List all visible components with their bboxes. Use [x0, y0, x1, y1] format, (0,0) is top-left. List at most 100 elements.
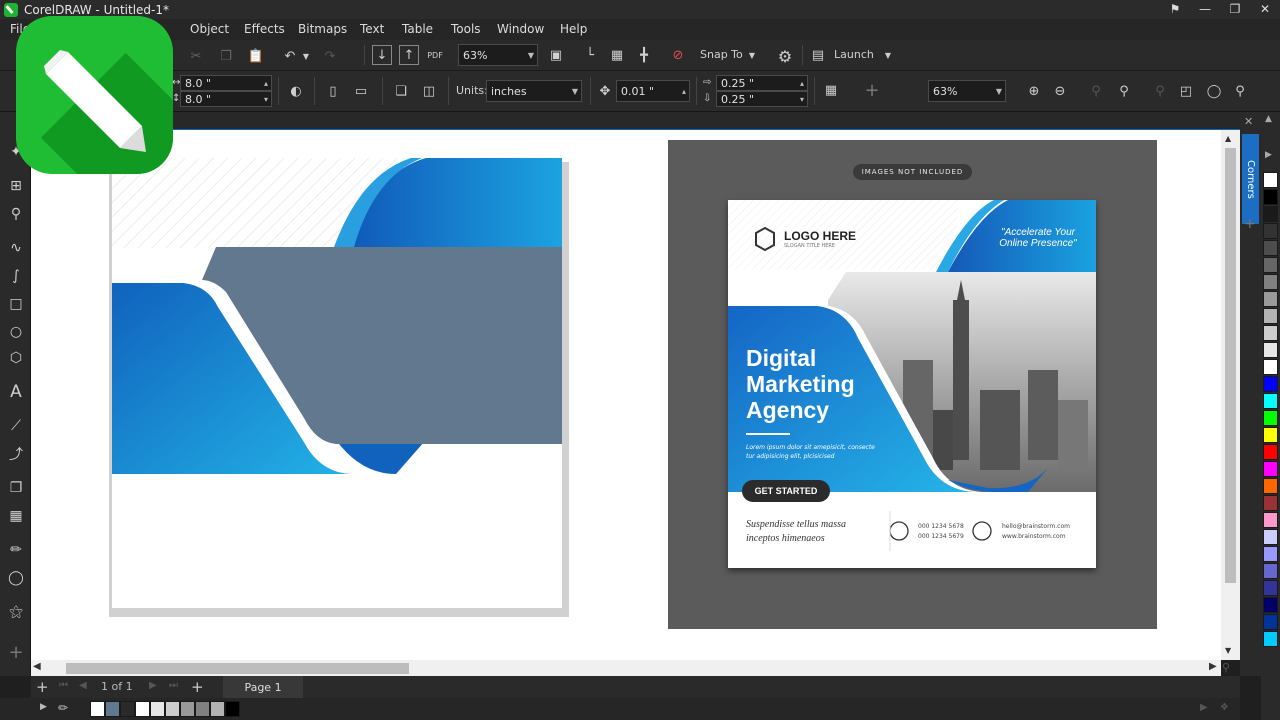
menu-help[interactable]: Help: [560, 22, 587, 36]
close-button[interactable]: ✕: [1250, 0, 1280, 19]
document-swatch[interactable]: [135, 701, 150, 717]
add-icon[interactable]: +: [862, 79, 882, 101]
palette-scroll-up-icon[interactable]: ▲: [1265, 114, 1272, 124]
duplicate-y-field[interactable]: 0.25 " ▾: [716, 91, 808, 107]
document-swatch[interactable]: [225, 701, 240, 717]
docker-tab-corners[interactable]: Corners: [1242, 134, 1259, 224]
eyedropper-status-icon[interactable]: ✏: [58, 701, 68, 715]
launch-dropdown-icon[interactable]: ▼: [882, 45, 894, 65]
launch-icon[interactable]: ▤: [808, 45, 828, 65]
duplicate-x-field[interactable]: 0.25 " ▴: [716, 75, 808, 91]
palette-swatch[interactable]: [1263, 512, 1278, 528]
palette-swatch[interactable]: [1263, 325, 1278, 341]
zoom-page-width-icon[interactable]: ◰: [1176, 81, 1196, 101]
docker-add-icon[interactable]: +: [1244, 216, 1256, 232]
restore-button[interactable]: ❐: [1220, 0, 1250, 19]
palette-swatch[interactable]: [1263, 478, 1278, 494]
palette-swatch[interactable]: [1263, 291, 1278, 307]
all-pages-icon[interactable]: ❏: [391, 81, 411, 101]
horizontal-scroll-thumb[interactable]: [66, 663, 409, 674]
palette-swatch[interactable]: [1263, 614, 1278, 630]
document-swatch[interactable]: [195, 701, 210, 717]
menu-effects[interactable]: Effects: [244, 22, 285, 36]
paste-icon[interactable]: 📋: [246, 46, 266, 66]
export-icon[interactable]: ↑: [399, 45, 419, 65]
crop-tool-icon[interactable]: ⊞: [6, 176, 26, 196]
transparency-tool-icon[interactable]: ▦: [6, 506, 26, 526]
page-width-field[interactable]: 8.0 " ▴: [180, 75, 272, 91]
polygon-tool-icon[interactable]: ⬡: [6, 348, 26, 368]
palette-swatch[interactable]: [1263, 393, 1278, 409]
grid-icon[interactable]: ▦: [607, 45, 627, 65]
scroll-right-icon[interactable]: ▶: [1209, 661, 1217, 672]
expand-icon[interactable]: ▶: [40, 702, 47, 712]
document-swatch[interactable]: [150, 701, 165, 717]
snap-off-icon[interactable]: ⊘: [668, 45, 688, 65]
palette-swatch[interactable]: [1263, 563, 1278, 579]
import-icon[interactable]: ↓: [372, 45, 392, 65]
copy-icon[interactable]: ❐: [216, 46, 236, 66]
zoom-select-2[interactable]: 63% ▼: [928, 80, 1006, 102]
page-height-field[interactable]: 8.0 " ▾: [180, 91, 272, 107]
zoom-out-icon[interactable]: ⊖: [1050, 81, 1070, 101]
palette-swatch[interactable]: [1263, 189, 1278, 205]
units-select[interactable]: inches ▼: [486, 80, 582, 102]
navigator-icon[interactable]: ⚲: [1222, 661, 1230, 674]
vertical-scrollbar[interactable]: ▲ ▼: [1221, 130, 1240, 660]
palette-swatch[interactable]: [1263, 427, 1278, 443]
palette-swatch[interactable]: [1263, 410, 1278, 426]
rulers-icon[interactable]: └: [580, 45, 600, 65]
palette-swatch[interactable]: [1263, 580, 1278, 596]
ellipse-tool-icon[interactable]: ○: [6, 322, 26, 342]
palette-menu-icon[interactable]: ▶: [1265, 150, 1272, 160]
palette-swatch[interactable]: [1263, 529, 1278, 545]
next-page-icon[interactable]: ▶: [149, 680, 157, 691]
document-swatch[interactable]: [120, 701, 135, 717]
scroll-down-icon[interactable]: ▼: [1225, 646, 1231, 655]
drop-shadow-icon[interactable]: ❐: [6, 478, 26, 498]
menu-object[interactable]: Object: [190, 22, 229, 36]
scroll-left-icon[interactable]: ◀: [33, 661, 41, 672]
minimize-button[interactable]: —: [1190, 0, 1220, 19]
scroll-up-icon[interactable]: ▲: [1225, 134, 1231, 143]
first-page-icon[interactable]: ⏮: [59, 680, 68, 691]
export-pdf-icon[interactable]: PDF: [424, 44, 446, 66]
palette-swatch[interactable]: [1263, 274, 1278, 290]
add-tool-icon[interactable]: +: [6, 642, 26, 663]
snap-dropdown-icon[interactable]: ▼: [746, 45, 758, 65]
zoom-in-icon[interactable]: ⊕: [1024, 81, 1044, 101]
page-tab[interactable]: Page 1: [223, 676, 303, 698]
document-swatch[interactable]: [165, 701, 180, 717]
account-icon[interactable]: ⚑: [1160, 0, 1190, 19]
launch-label[interactable]: Launch: [834, 48, 874, 61]
parallel-dimension-icon[interactable]: ⟋: [6, 416, 26, 436]
palette-swatch[interactable]: [1263, 342, 1278, 358]
palette-swatch[interactable]: [1263, 172, 1278, 188]
menu-tools[interactable]: Tools: [451, 22, 481, 36]
palette-swatch[interactable]: [1263, 444, 1278, 460]
add-page-before-icon[interactable]: +: [36, 678, 49, 696]
undo-dropdown-icon[interactable]: ▼: [300, 46, 312, 66]
palette-swatch[interactable]: [1263, 308, 1278, 324]
document-swatch[interactable]: [90, 701, 105, 717]
palette-swatch[interactable]: [1263, 597, 1278, 613]
document-swatch[interactable]: [105, 701, 120, 717]
status-arrow-icon[interactable]: ▶: [1200, 702, 1208, 713]
menu-window[interactable]: Window: [497, 22, 544, 36]
redo-icon[interactable]: ↷: [320, 46, 340, 66]
document-swatch[interactable]: [180, 701, 195, 717]
freehand-tool-icon[interactable]: ∿: [6, 238, 26, 258]
artistic-media-icon[interactable]: ∫: [6, 266, 26, 286]
zoom-selected-icon[interactable]: ⚲: [1086, 81, 1106, 101]
guidelines-icon[interactable]: ╋: [634, 45, 654, 65]
prev-page-icon[interactable]: ◀: [79, 680, 87, 691]
portrait-icon[interactable]: ▯: [323, 81, 343, 101]
eyedropper-icon[interactable]: ✏: [6, 540, 26, 560]
bleed-icon[interactable]: ▦: [820, 79, 842, 101]
palette-swatch[interactable]: [1263, 240, 1278, 256]
gear-icon[interactable]: ⚙: [774, 45, 796, 67]
zoom-page-height-icon[interactable]: ◯: [1204, 81, 1224, 101]
palette-swatch[interactable]: [1263, 631, 1278, 647]
landscape-icon[interactable]: ▭: [350, 81, 372, 101]
full-screen-icon[interactable]: ▣: [546, 45, 566, 65]
